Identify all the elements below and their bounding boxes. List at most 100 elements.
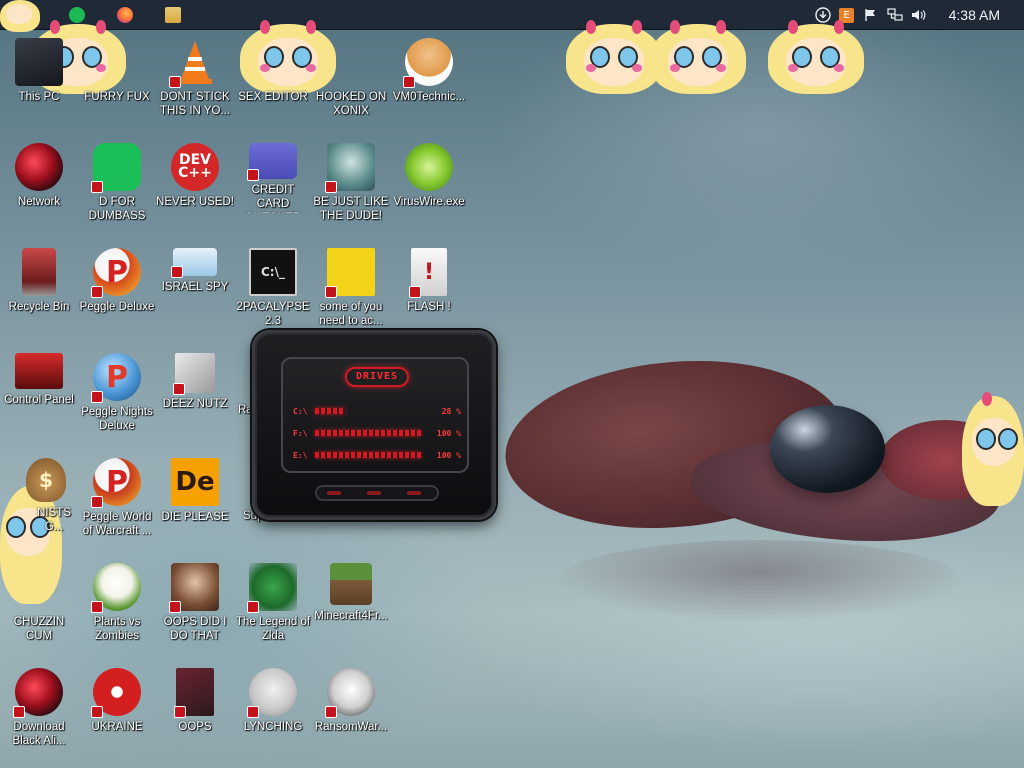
portrait-icon [169, 563, 219, 613]
icon-label: some of you need to ac... [319, 301, 383, 327]
flower-icon [91, 563, 141, 613]
windows-stack-icon [173, 353, 215, 395]
dev-cpp-icon: DEV C++ [171, 143, 219, 191]
desktop-icon-ransomware[interactable]: RansomWar... [312, 662, 390, 762]
desktop-icon-viruswire[interactable]: VirusWire.exe [390, 137, 468, 237]
icon-label: Minecraft4Fr... [314, 610, 388, 622]
volume-icon[interactable] [907, 3, 931, 27]
drive-row: C:\ 28 % [293, 405, 461, 417]
desktop-icon-network[interactable]: Network [0, 137, 78, 237]
cartoon-sticker [962, 392, 1024, 506]
emblem-icon [247, 668, 297, 718]
desktop-icon-2pacalypse[interactable]: C:\_ 2PACALYPSE 2.3 [234, 242, 312, 342]
desktop-icon-legend-of-zlda[interactable]: The Legend of Zlda [234, 557, 312, 657]
taskbar-clock[interactable]: 4:38 AM [931, 7, 1024, 23]
folder-icon [165, 6, 181, 23]
desktop-icon-plants-vs-zombies[interactable]: Plants vs Zombies [78, 557, 156, 657]
icon-label: VM0Technic... [392, 91, 466, 103]
desktop-icon-furry-fux[interactable]: FURRY FUX [78, 32, 156, 132]
desktop-icon-dont-stick[interactable]: DONT STICK THIS IN YO... [156, 32, 234, 132]
desktop-icon-flash[interactable]: ! FLASH ! [390, 242, 468, 342]
desktop-icon-chuzzin-cum[interactable]: CHUZZIN CUM [0, 557, 78, 657]
control-panel-icon [15, 353, 63, 389]
icon-label: Peggle World of Warcraft ... [82, 511, 152, 537]
peggle-icon: P [91, 458, 141, 508]
computer-icon [15, 38, 63, 86]
credit-card-icon [247, 143, 297, 181]
icon-label: NISTS G... [37, 507, 71, 533]
limewire-icon [405, 143, 453, 191]
technician-icon [403, 38, 453, 88]
desktop-icon-oops-did-i[interactable]: OOPS DID I DO THAT [156, 557, 234, 657]
drive-row: F:\ 100 % [293, 427, 461, 439]
app-icon [249, 38, 297, 86]
cartoon-sticker [768, 20, 864, 94]
recycle-bin-icon [22, 248, 56, 296]
desktop-icon-peggle-deluxe[interactable]: P Peggle Deluxe [78, 242, 156, 342]
desktop-icon-die-please[interactable]: De DIE PLEASE [156, 452, 234, 552]
icon-label: The Legend of Zlda [235, 616, 311, 642]
desktop-icon-control-panel[interactable]: Control Panel [0, 347, 78, 447]
network-icon[interactable] [883, 3, 907, 27]
icon-label: FLASH ! [407, 301, 451, 313]
santa-icon [325, 143, 375, 193]
drive-percent: 28 % [441, 406, 461, 416]
icon-label: LYNCHING [243, 721, 303, 733]
cartoon-sticker [566, 20, 662, 94]
taskbar: E 4:38 AM [0, 0, 1024, 30]
wallpaper-reflection [560, 540, 960, 620]
pixel-character-icon [247, 563, 297, 613]
network-share-icon [171, 248, 217, 278]
de-icon: De [171, 458, 219, 506]
desktop-icon-peggle-nights-deluxe[interactable]: P Peggle Nights Deluxe [78, 347, 156, 447]
icon-label: Control Panel [4, 394, 74, 406]
desktop-icon-recycle-bin[interactable]: Recycle Bin [0, 242, 78, 342]
app-icon [93, 38, 141, 86]
drive-percent: 100 % [436, 450, 461, 460]
desktop-icon-never-used[interactable]: DEV C++ NEVER USED! [156, 137, 234, 237]
spotify-icon [91, 143, 141, 193]
command-prompt-icon: C:\_ [249, 248, 297, 296]
desktop-icon-some-of-you[interactable]: some of you need to ac... [312, 242, 390, 342]
icon-label: This PC [18, 91, 60, 103]
desktop-icon-lynching[interactable]: LYNCHING [234, 662, 312, 762]
desktop-icon-this-pc[interactable]: This PC [0, 32, 78, 132]
desktop-icon-hooked-on-xonix[interactable]: HOOKED ON XONIX [312, 32, 390, 132]
drives-gadget[interactable]: DRIVES C:\ 28 % F:\ 100 % E:\ 100 % [252, 330, 496, 520]
desktop-icon-minecraft[interactable]: Minecraft4Fr... [312, 557, 390, 657]
drive-letter: C:\ [293, 406, 308, 416]
red-orb-icon [13, 668, 63, 718]
desktop-icon-vm0technic[interactable]: VM0Technic... [390, 32, 468, 132]
desktop-icon-be-just-like-the-dude[interactable]: BE JUST LIKE THE DUDE! [312, 137, 390, 237]
desktop-icon-d-for-dumbass[interactable]: D FOR DUMBASS [78, 137, 156, 237]
minecraft-icon [330, 563, 372, 605]
desktop-icon-oops[interactable]: OOPS [156, 662, 234, 762]
taskbar-app-file-explorer[interactable] [160, 2, 186, 28]
chuzzle-icon [15, 563, 63, 611]
flash-icon: ! [409, 248, 447, 298]
icon-label: Peggle Deluxe [79, 301, 155, 313]
dog-icon [325, 248, 375, 298]
desktop-icon-ukraine[interactable]: UKRAINE [78, 662, 156, 762]
network-icon [15, 143, 63, 191]
icon-label: DEEZ NUTZ [162, 398, 228, 410]
peggle-icon: P [91, 353, 141, 403]
icon-label: CREDIT CARD CHECKER [245, 184, 301, 213]
desktop-icon-nists[interactable]: $ NISTS G... [0, 452, 78, 552]
desktop-icon-credit-card-checker[interactable]: CREDIT CARD CHECKER [234, 137, 312, 237]
desktop-icon-peggle-wow[interactable]: P Peggle World of Warcraft ... [78, 452, 156, 552]
icon-label: NEVER USED! [156, 196, 234, 208]
icon-label: Network [17, 196, 61, 208]
icon-label: Recycle Bin [8, 301, 70, 313]
money-bag-icon: $ [26, 458, 66, 502]
desktop-icon-download-black-ali[interactable]: Download Black Ali... [0, 662, 78, 762]
icon-label: ISRAEL SPY [161, 281, 229, 293]
desktop-icon-sex-editor[interactable]: SEX EDITOR [234, 32, 312, 132]
app-icon [327, 38, 375, 86]
icon-label: OOPS DID I DO THAT [163, 616, 227, 642]
drive-letter: F:\ [293, 428, 308, 438]
icon-label: VirusWire.exe [393, 196, 465, 208]
desktop-icon-deez-nutz[interactable]: DEEZ NUTZ [156, 347, 234, 447]
desktop-icon-israel-spy[interactable]: ISRAEL SPY [156, 242, 234, 342]
icon-label: FURRY FUX [84, 91, 150, 103]
